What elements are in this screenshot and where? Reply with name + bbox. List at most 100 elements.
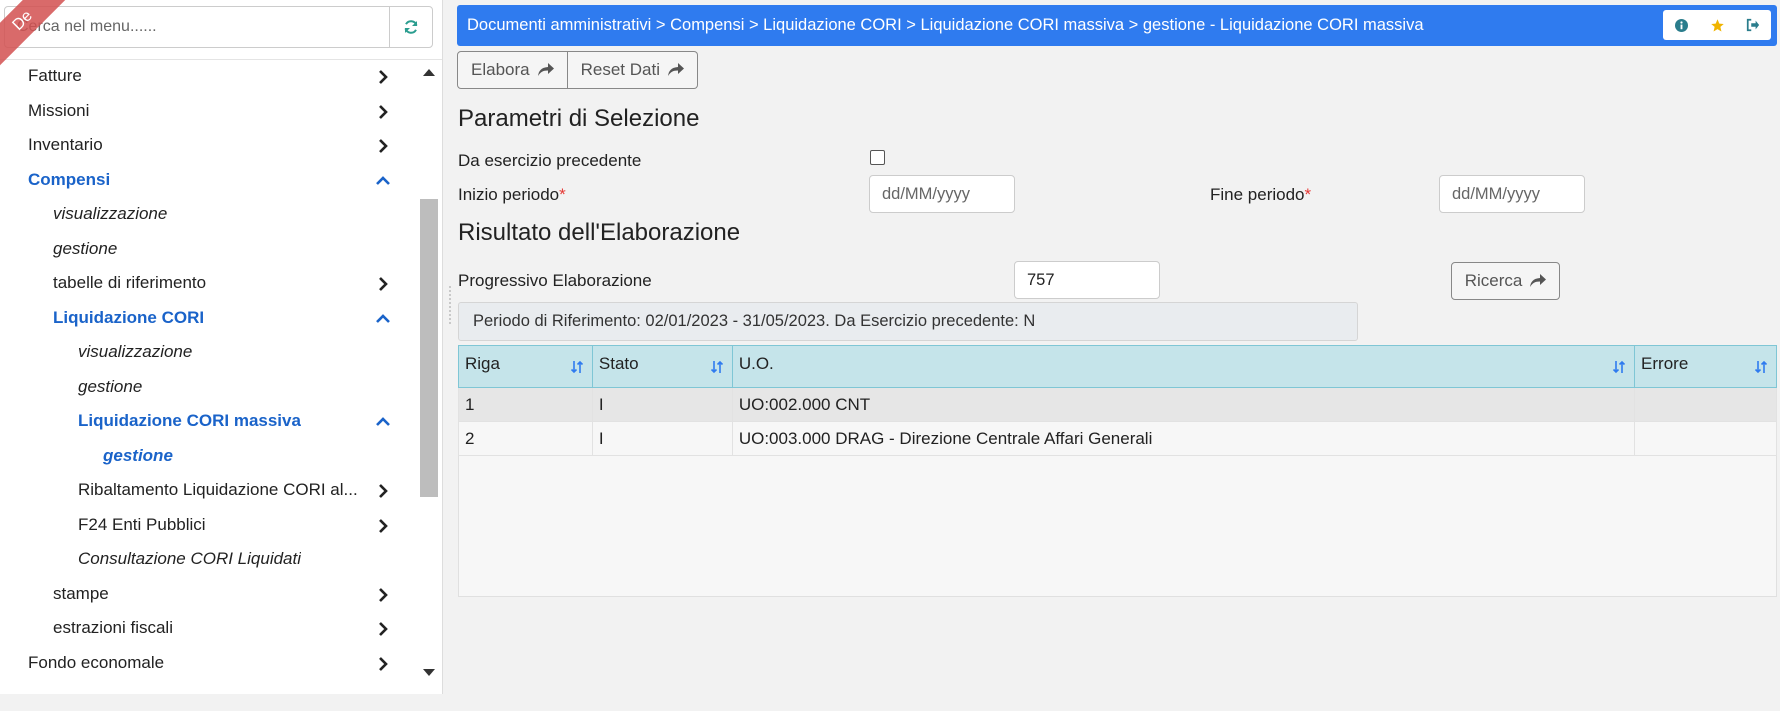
required-marker: * — [1304, 185, 1312, 204]
menu-item-cori-gestione[interactable]: gestione — [0, 370, 410, 405]
menu-search-input[interactable] — [5, 7, 389, 47]
required-marker: * — [559, 185, 566, 204]
scroll-down-arrow-icon[interactable] — [423, 669, 435, 676]
menu-item-label: F24 Enti Pubblici — [78, 514, 206, 534]
chevron-up-icon — [376, 417, 390, 426]
fine-periodo-label: Fine periodo* — [1210, 185, 1311, 205]
scroll-up-arrow-icon[interactable] — [423, 69, 435, 76]
menu-item-stampe[interactable]: stampe — [0, 577, 410, 612]
menu-item-tabelle-di-riferimento[interactable]: tabelle di riferimento — [0, 266, 410, 301]
menu-item-ribaltamento[interactable]: Ribaltamento Liquidazione CORI al... — [0, 473, 410, 508]
cell-errore — [1634, 421, 1777, 456]
cell-stato: I — [591, 387, 733, 422]
menu-item-massiva-gestione[interactable]: gestione — [0, 439, 410, 474]
favorite-button[interactable] — [1709, 17, 1725, 33]
column-header-stato[interactable]: Stato — [591, 345, 733, 388]
menu-item-f24-enti-pubblici[interactable]: F24 Enti Pubblici — [0, 508, 410, 543]
sidebar-resize-handle[interactable] — [448, 285, 452, 325]
footer-strip — [0, 694, 1780, 711]
menu-item-inventario[interactable]: Inventario — [0, 128, 410, 163]
column-header-errore[interactable]: Errore — [1634, 345, 1777, 388]
chevron-right-icon — [379, 104, 388, 119]
menu-item-label: visualizzazione — [78, 342, 193, 362]
cell-errore — [1634, 387, 1777, 422]
result-title: Risultato dell'Elaborazione — [458, 219, 741, 246]
reset-dati-button[interactable]: Reset Dati — [567, 51, 698, 89]
menu-item-fatture[interactable]: Fatture — [0, 59, 410, 94]
menu-item-liquidazione-cori-massiva[interactable]: Liquidazione CORI massiva — [0, 404, 410, 439]
progressivo-input[interactable]: 757 — [1014, 261, 1160, 299]
menu-item-label: gestione — [103, 445, 173, 465]
inizio-periodo-label: Inizio periodo* — [458, 185, 566, 205]
menu-item-label: Ribaltamento Liquidazione CORI al... — [78, 480, 358, 500]
info-icon — [1674, 18, 1688, 32]
date-placeholder: dd/MM/yyyy — [1452, 184, 1541, 203]
sort-icon[interactable] — [710, 359, 724, 375]
info-button[interactable] — [1673, 17, 1689, 33]
chevron-up-icon — [376, 175, 390, 185]
menu-item-label: gestione — [78, 376, 143, 396]
breadcrumb-tools — [1663, 10, 1771, 40]
refresh-button[interactable] — [389, 7, 432, 47]
menu-item-fondo-economale[interactable]: Fondo economale — [0, 646, 410, 681]
progressivo-value: 757 — [1027, 270, 1055, 289]
sort-icon[interactable] — [570, 359, 584, 375]
reset-dati-label: Reset Dati — [580, 60, 660, 79]
menu-item-label: Consultazione CORI Liquidati — [78, 549, 302, 569]
ricerca-label: Ricerca — [1464, 271, 1523, 290]
chevron-right-icon — [379, 139, 388, 153]
results-table: Riga Stato U.O. Errore 1 I UO:002.000 CN… — [458, 345, 1777, 456]
scrollbar-thumb[interactable] — [420, 199, 438, 497]
sign-out-icon — [1746, 18, 1760, 32]
table-row[interactable]: 2 I UO:003.000 DRAG - Direzione Centrale… — [458, 421, 1777, 456]
menu-item-estrazioni-fiscali[interactable]: estrazioni fiscali — [0, 611, 410, 646]
sort-icon[interactable] — [1612, 359, 1626, 375]
logout-button[interactable] — [1745, 17, 1761, 33]
column-header-uo[interactable]: U.O. — [731, 345, 1636, 388]
menu-item-label: stampe — [53, 583, 109, 603]
menu-item-compensi[interactable]: Compensi — [0, 163, 410, 198]
cell-riga: 1 — [458, 387, 593, 422]
breadcrumb-bar: Documenti amministrativi > Compensi > Li… — [457, 5, 1777, 46]
action-toolbar: Elabora Reset Dati — [457, 51, 698, 89]
menu-item-label: Fatture — [28, 66, 82, 86]
periodo-info-text: Periodo di Riferimento: 02/01/2023 - 31/… — [473, 312, 1036, 330]
chevron-right-icon — [379, 656, 388, 671]
menu-search-box — [4, 6, 433, 48]
menu-item-cori-visualizzazione[interactable]: visualizzazione — [0, 335, 410, 370]
cell-stato: I — [591, 421, 733, 456]
elabora-button[interactable]: Elabora — [457, 51, 568, 89]
menu-item-label: estrazioni fiscali — [53, 618, 173, 638]
menu-item-label: gestione — [53, 238, 118, 258]
date-placeholder: dd/MM/yyyy — [882, 184, 971, 203]
progressivo-label: Progressivo Elaborazione — [458, 271, 652, 290]
elabora-label: Elabora — [471, 60, 530, 79]
column-header-riga[interactable]: Riga — [458, 345, 593, 388]
menu-item-compensi-visualizzazione[interactable]: visualizzazione — [0, 197, 410, 232]
cell-riga: 2 — [458, 421, 593, 456]
menu-item-missioni[interactable]: Missioni — [0, 94, 410, 129]
chevron-right-icon — [379, 277, 388, 291]
menu-item-liquidazione-cori[interactable]: Liquidazione CORI — [0, 301, 410, 336]
chevron-right-icon — [379, 518, 388, 533]
table-row[interactable]: 1 I UO:002.000 CNT — [458, 387, 1777, 422]
column-header-label: Stato — [598, 354, 639, 373]
sidebar-scrollbar[interactable] — [418, 59, 440, 689]
sort-icon[interactable] — [1754, 359, 1768, 375]
refresh-icon — [404, 20, 418, 34]
menu-item-label: Liquidazione CORI massiva — [78, 411, 301, 431]
da-esercizio-checkbox[interactable] — [870, 150, 885, 165]
menu-item-compensi-gestione[interactable]: gestione — [0, 232, 410, 267]
fine-periodo-text: Fine periodo — [1210, 185, 1305, 204]
inizio-periodo-input[interactable]: dd/MM/yyyy — [869, 175, 1015, 213]
fine-periodo-input[interactable]: dd/MM/yyyy — [1439, 175, 1585, 213]
share-arrow-icon — [667, 63, 684, 76]
menu-item-label: tabelle di riferimento — [53, 273, 207, 293]
da-esercizio-label: Da esercizio precedente — [458, 151, 642, 170]
menu-item-consultazione-cori[interactable]: Consultazione CORI Liquidati — [0, 542, 410, 577]
selection-params-title: Parametri di Selezione — [458, 105, 700, 132]
share-arrow-icon — [1530, 274, 1547, 287]
table-header-row: Riga Stato U.O. Errore — [458, 345, 1777, 388]
menu-item-label: Inventario — [28, 135, 103, 155]
ricerca-button[interactable]: Ricerca — [1451, 262, 1560, 300]
